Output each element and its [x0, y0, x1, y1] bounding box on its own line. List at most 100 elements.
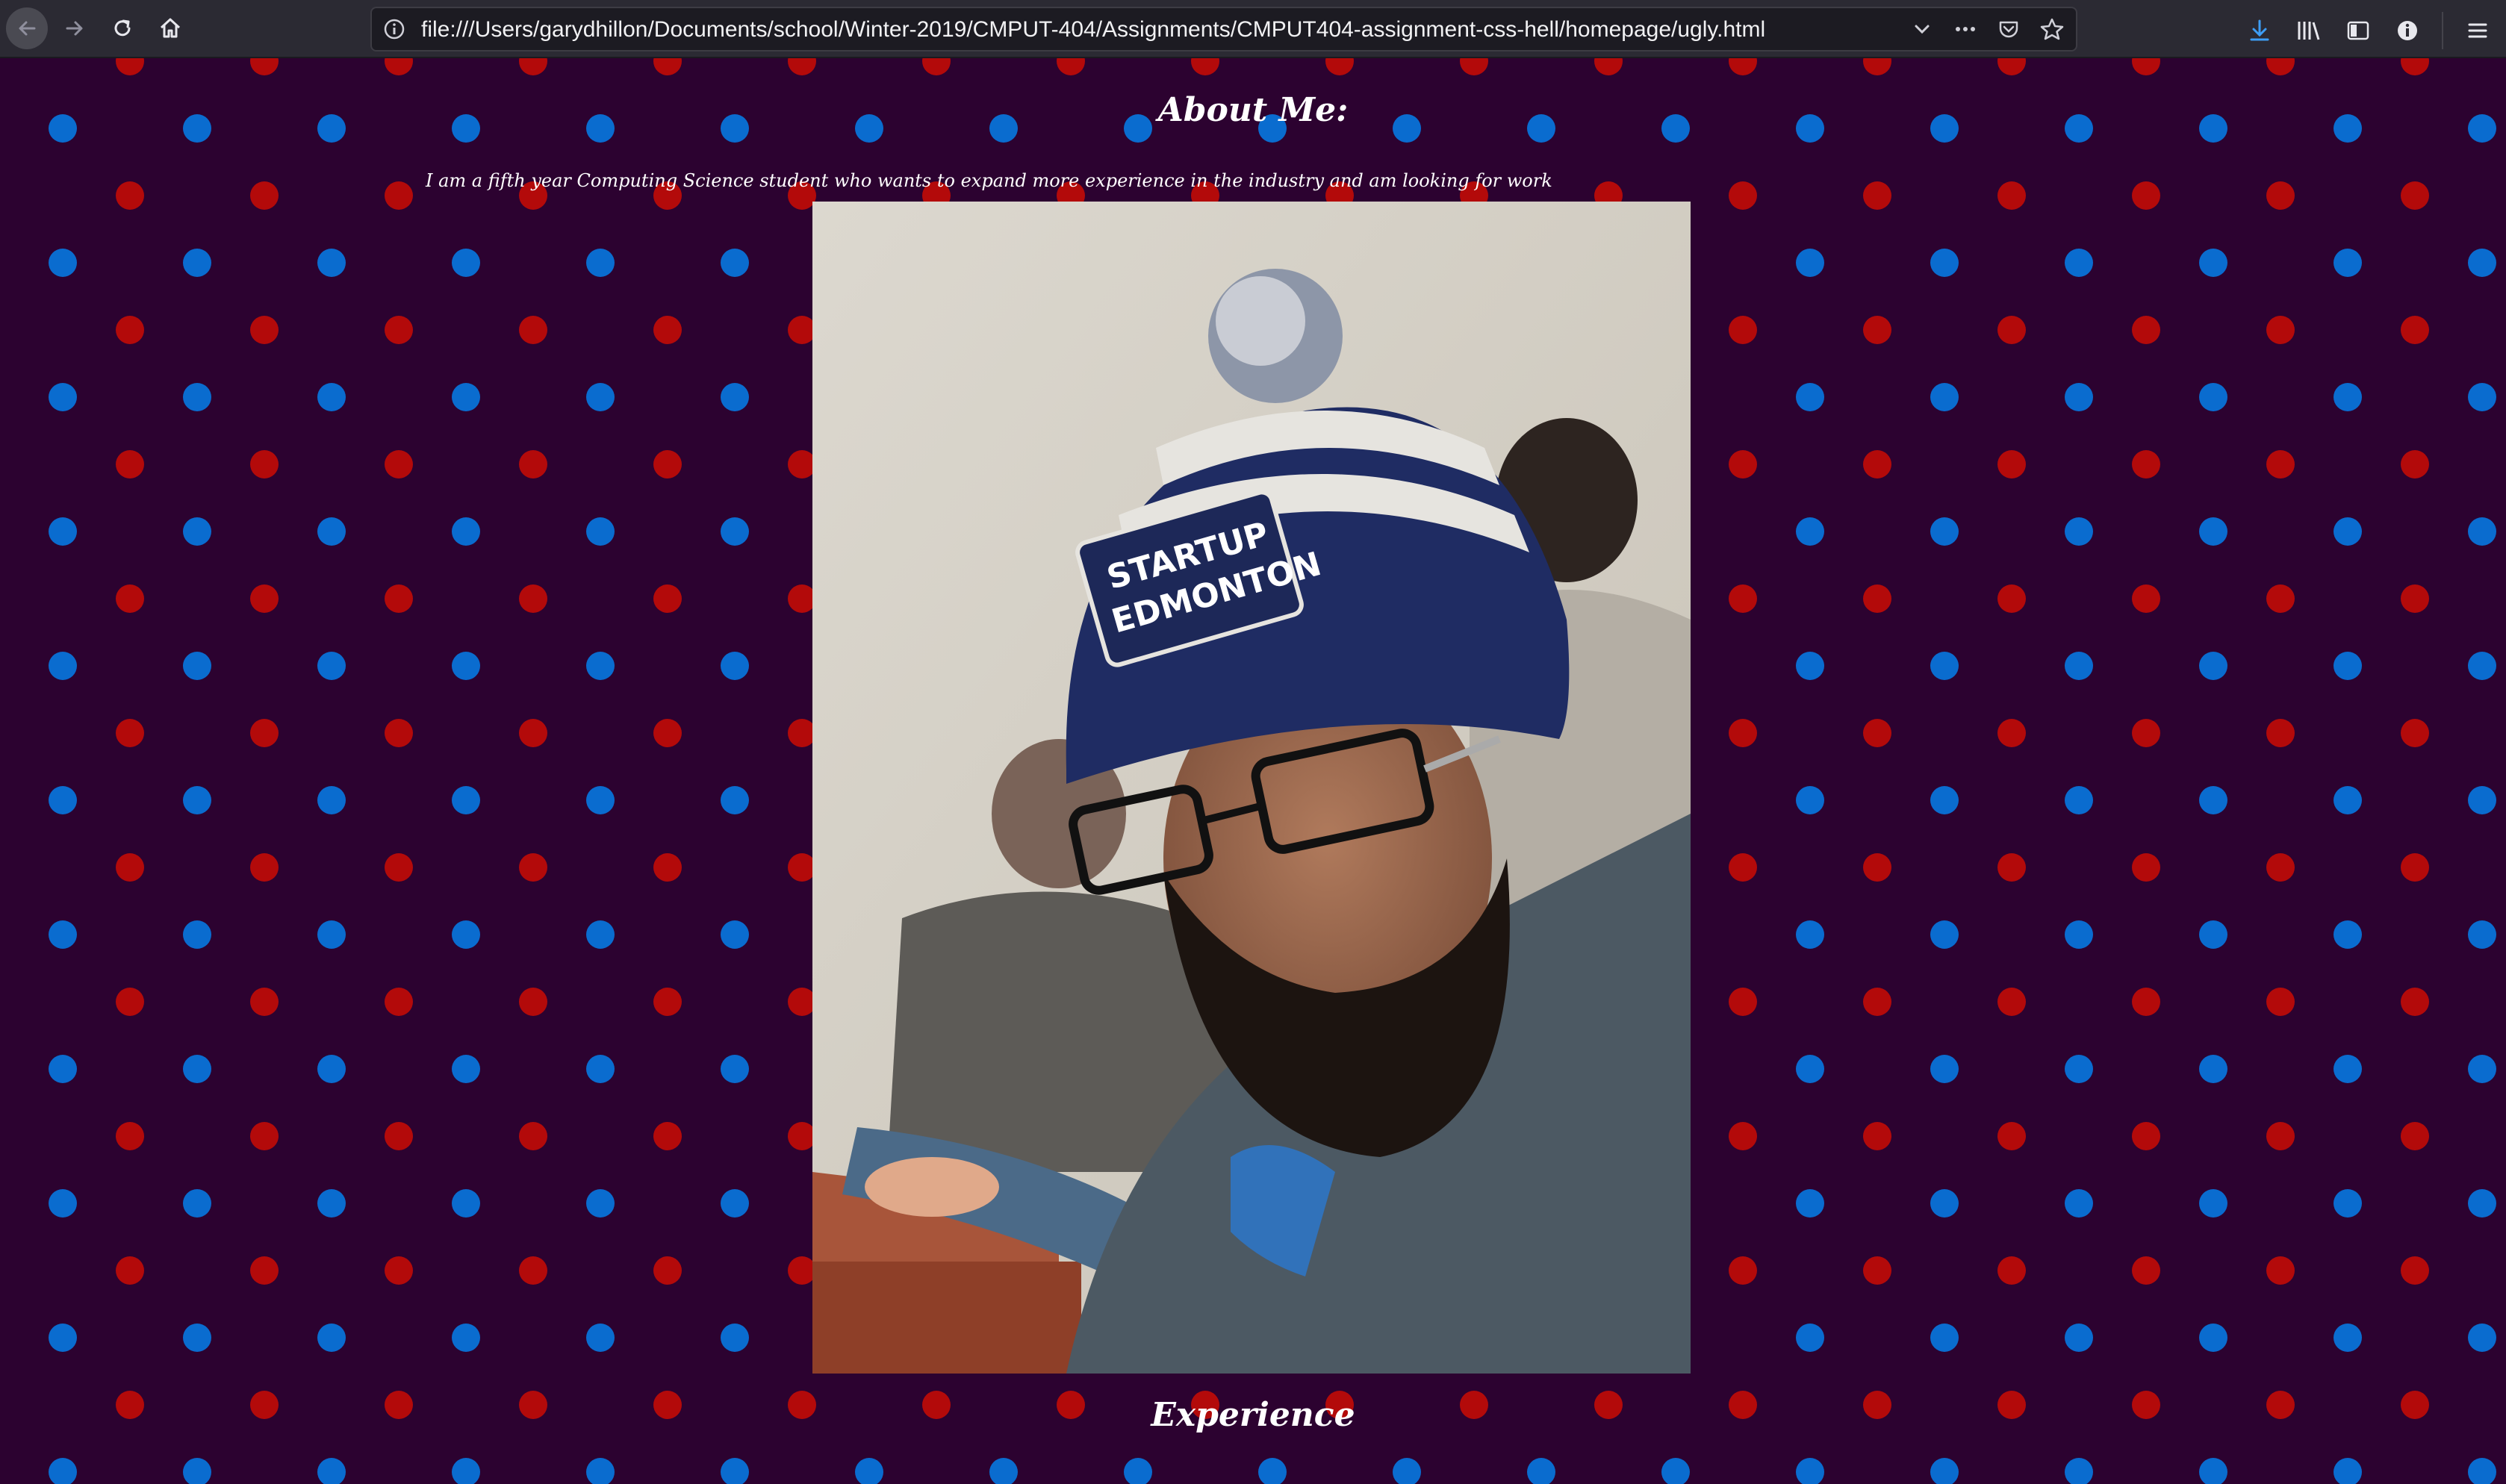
red-dot: [1863, 1122, 1891, 1150]
blue-dot: [1796, 1189, 1824, 1218]
home-button[interactable]: [149, 7, 191, 49]
red-dot: [1997, 988, 2026, 1016]
red-dot: [653, 1122, 682, 1150]
red-dot: [2401, 584, 2429, 613]
more-actions-icon[interactable]: [1952, 16, 1979, 43]
red-dot: [385, 450, 413, 478]
blue-dot: [452, 1189, 480, 1218]
red-dot: [250, 181, 279, 210]
red-dot: [116, 58, 144, 75]
blue-dot: [317, 249, 346, 277]
blue-dot: [317, 1458, 346, 1484]
blue-dot: [2468, 1055, 2496, 1083]
info-icon[interactable]: [382, 17, 406, 41]
blue-dot: [2468, 1324, 2496, 1352]
red-dot: [1863, 853, 1891, 882]
red-dot: [1863, 719, 1891, 747]
blue-dot: [2065, 249, 2093, 277]
about-heading: About Me:: [1157, 91, 1349, 129]
download-icon[interactable]: [2245, 16, 2275, 46]
red-dot: [788, 58, 816, 75]
red-dot: [1325, 58, 1354, 75]
blue-dot: [317, 1055, 346, 1083]
blue-dot: [1124, 1458, 1152, 1484]
blue-dot: [2065, 920, 2093, 949]
red-dot: [1594, 58, 1623, 75]
home-icon: [160, 18, 181, 38]
red-dot: [1863, 450, 1891, 478]
red-dot: [250, 988, 279, 1016]
blue-dot: [586, 1458, 615, 1484]
blue-dot: [1930, 1458, 1959, 1484]
extension-icon[interactable]: [2392, 16, 2422, 46]
red-dot: [2132, 1122, 2160, 1150]
blue-dot: [2199, 652, 2227, 680]
url-text[interactable]: file:///Users/garydhillon/Documents/scho…: [421, 17, 1765, 43]
chevron-down-icon[interactable]: [1909, 16, 1936, 43]
blue-dot: [1527, 1458, 1555, 1484]
red-dot: [1863, 316, 1891, 344]
red-dot: [653, 58, 682, 75]
red-dot: [1863, 58, 1891, 75]
blue-dot: [2334, 652, 2362, 680]
blue-dot: [2199, 786, 2227, 814]
blue-dot: [586, 517, 615, 546]
blue-dot: [49, 383, 77, 411]
blue-dot: [183, 249, 211, 277]
page-content: About Me: I am a fifth year Computing Sc…: [0, 58, 2506, 1484]
reload-button[interactable]: [102, 7, 143, 49]
hamburger-menu-icon[interactable]: [2463, 16, 2493, 46]
blue-dot: [2065, 1324, 2093, 1352]
red-dot: [2132, 853, 2160, 882]
red-dot: [1863, 181, 1891, 210]
blue-dot: [1930, 1189, 1959, 1218]
red-dot: [385, 584, 413, 613]
red-dot: [250, 316, 279, 344]
back-arrow-icon: [19, 21, 36, 36]
intro-text: I am a fifth year Computing Science stud…: [426, 170, 1552, 191]
blue-dot: [183, 652, 211, 680]
red-dot: [1997, 853, 2026, 882]
sidebar-icon[interactable]: [2343, 16, 2373, 46]
reload-icon: [114, 19, 131, 37]
blue-dot: [2199, 920, 2227, 949]
red-dot: [2266, 719, 2295, 747]
blue-dot: [2334, 383, 2362, 411]
star-icon[interactable]: [2039, 16, 2065, 43]
blue-dot: [452, 786, 480, 814]
red-dot: [519, 988, 547, 1016]
url-bar[interactable]: file:///Users/garydhillon/Documents/scho…: [370, 7, 2077, 52]
forward-button[interactable]: [54, 7, 96, 49]
blue-dot: [2334, 517, 2362, 546]
red-dot: [2266, 181, 2295, 210]
pocket-icon[interactable]: [1995, 16, 2022, 43]
red-dot: [2266, 58, 2295, 75]
red-dot: [2401, 316, 2429, 344]
back-button[interactable]: [6, 7, 48, 49]
library-icon[interactable]: [2294, 16, 2324, 46]
blue-dot: [721, 1189, 749, 1218]
red-dot: [385, 719, 413, 747]
blue-dot: [1796, 1458, 1824, 1484]
browser-toolbar: file:///Users/garydhillon/Documents/scho…: [0, 0, 2506, 58]
blue-dot: [2065, 1055, 2093, 1083]
url-actions: [1909, 16, 2065, 43]
blue-dot: [1930, 786, 1959, 814]
blue-dot: [2065, 1189, 2093, 1218]
blue-dot: [1796, 517, 1824, 546]
blue-dot: [2199, 1055, 2227, 1083]
blue-dot: [2065, 1458, 2093, 1484]
red-dot: [1729, 1256, 1757, 1285]
red-dot: [116, 450, 144, 478]
blue-dot: [183, 1055, 211, 1083]
blue-dot: [183, 1324, 211, 1352]
red-dot: [1863, 584, 1891, 613]
red-dot: [2132, 719, 2160, 747]
red-dot: [519, 1256, 547, 1285]
blue-dot: [1661, 1458, 1690, 1484]
toolbar-right-icons: [2245, 12, 2493, 49]
blue-dot: [2468, 517, 2496, 546]
red-dot: [1729, 584, 1757, 613]
red-dot: [1729, 58, 1757, 75]
red-dot: [653, 988, 682, 1016]
